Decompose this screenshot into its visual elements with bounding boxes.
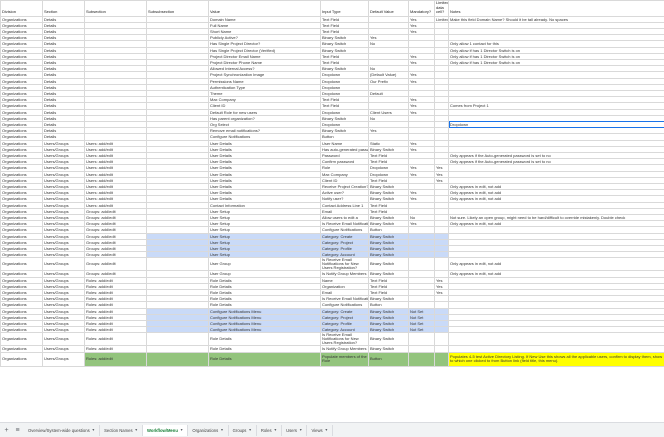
column-header[interactable]: Subsection — [84, 0, 147, 17]
table-cell[interactable]: Is Notify Group Members Individually? — [320, 345, 369, 353]
sheet-tab-label: Users — [286, 427, 297, 433]
table-cell[interactable]: Populate members of the Role — [320, 351, 369, 367]
sheet-tab[interactable]: Groups ▼ — [229, 424, 257, 436]
header-row: Division Section Subsection Subsubsection Va… — [0, 0, 664, 17]
table-cell[interactable] — [434, 257, 449, 272]
column-header[interactable]: Input Type — [320, 0, 369, 17]
chevron-down-icon[interactable]: ▼ — [274, 425, 277, 436]
table-cell[interactable] — [146, 351, 209, 367]
chevron-down-icon[interactable]: ▼ — [248, 425, 251, 436]
column-header[interactable]: Limited data cell? — [434, 0, 449, 17]
table-cell[interactable]: Configure Notifications — [320, 226, 369, 234]
table-cell[interactable]: Role Details — [208, 351, 321, 367]
plus-icon[interactable]: + — [2, 425, 11, 436]
spreadsheet-grid[interactable]: Division Section Subsection Subsubsection Va… — [0, 0, 664, 422]
sheet-tab[interactable]: Roles ▼ — [257, 424, 283, 436]
sheet-body: Organizations Details Domain Name Text Fiel… — [0, 15, 664, 367]
table-cell[interactable]: Is Receive Email Notifications for New U… — [320, 332, 369, 347]
table-cell[interactable]: Roles: add/edit — [84, 351, 147, 367]
table-cell[interactable]: Contact Address Line 1 — [320, 201, 369, 209]
table-cell[interactable]: Limited — [434, 15, 449, 23]
sheet-tabs: Overview/System-wide questions ▼ Section N… — [24, 424, 334, 436]
table-cell[interactable]: Organizations — [0, 332, 43, 347]
table-cell[interactable]: Groups: add/edit — [84, 257, 147, 272]
table-cell[interactable] — [408, 332, 435, 347]
sheet-tab-bar: + ≡ Overview/System-wide questions ▼ Secti… — [0, 422, 664, 437]
table-cell[interactable]: Receive Project Creation? — [320, 182, 369, 191]
sheet-tab-label: Organizations — [192, 427, 219, 433]
table-cell[interactable]: Is Receive Email Notifications for Proje… — [320, 295, 369, 303]
table-cell[interactable]: Only appears in edit, not add — [448, 257, 664, 272]
table-cell[interactable]: Organizations — [0, 351, 43, 367]
menu-icon[interactable]: ≡ — [13, 425, 22, 436]
table-cell[interactable] — [448, 332, 664, 347]
table-row: Organizations Users/Groups Roles: add/edit… — [0, 351, 664, 367]
table-cell[interactable] — [434, 332, 449, 347]
sheet-tab[interactable]: Views ▼ — [307, 424, 334, 436]
table-cell[interactable] — [146, 332, 209, 347]
sheet-tab-label: Views — [311, 427, 323, 433]
column-header[interactable]: Default Value — [368, 0, 409, 17]
sheet-table: Division Section Subsection Subsubsection Va… — [0, 0, 664, 367]
chevron-down-icon[interactable]: ▼ — [92, 425, 95, 436]
sheet-tab[interactable]: Organizations ▼ — [188, 424, 229, 436]
table-cell[interactable] — [434, 351, 449, 367]
table-cell[interactable] — [408, 351, 435, 367]
table-cell[interactable]: Role Details — [208, 332, 321, 347]
sheet-tab[interactable]: Overview/System-wide questions ▼ — [24, 424, 101, 436]
table-cell[interactable]: Is Receive Email Notifications for Proje… — [320, 220, 369, 228]
table-cell[interactable]: Populates 4-5 test Active Directory List… — [448, 351, 664, 367]
column-header[interactable]: Subsubsection — [146, 0, 209, 17]
table-row: Organizations Users/Groups Groups: add/edi… — [0, 213, 664, 222]
column-header[interactable]: Section — [42, 0, 85, 17]
table-cell[interactable] — [146, 257, 209, 272]
table-cell[interactable]: Users/Groups — [42, 257, 85, 272]
sheet-tab-label: Workflow/Menu — [147, 427, 178, 433]
table-row: Organizations Users/Groups Groups: add/edi… — [0, 257, 664, 272]
table-cell[interactable]: Configure Notifications — [320, 301, 369, 309]
chevron-down-icon[interactable]: ▼ — [180, 425, 183, 436]
sheet-tab-label: Roles — [260, 427, 272, 433]
sheet-tab-label: Overview/System-wide questions — [28, 427, 90, 433]
sheet-tab[interactable]: Section Names ▼ — [100, 424, 144, 436]
chevron-down-icon[interactable]: ▼ — [299, 425, 302, 436]
chevron-down-icon[interactable]: ▼ — [325, 425, 328, 436]
sheet-tab[interactable]: Users ▼ — [282, 424, 308, 436]
column-header[interactable]: Mandatory? — [408, 0, 435, 17]
column-header[interactable]: Value — [208, 0, 321, 17]
table-cell[interactable] — [408, 257, 435, 272]
sheet-tab[interactable]: Workflow/Menu ▼ — [143, 424, 189, 436]
column-header[interactable]: Division — [0, 0, 43, 17]
sheet-tab-label: Section Names — [104, 427, 133, 433]
table-cell[interactable]: Binary Switch — [368, 257, 409, 272]
table-cell[interactable]: Button — [368, 351, 409, 367]
chevron-down-icon[interactable]: ▼ — [135, 425, 138, 436]
column-header[interactable]: Notes — [448, 0, 664, 17]
chevron-down-icon[interactable]: ▼ — [220, 425, 223, 436]
table-cell[interactable]: Roles: add/edit — [84, 332, 147, 347]
table-cell[interactable]: Users/Groups — [42, 351, 85, 367]
table-cell[interactable]: Organizations — [0, 257, 43, 272]
table-cell[interactable]: Is Notify Group Members Individually? — [320, 270, 369, 278]
table-cell[interactable]: Is Receive Email Notifications for New U… — [320, 257, 369, 272]
table-cell[interactable]: Users/Groups — [42, 332, 85, 347]
table-cell[interactable]: Binary Switch — [368, 332, 409, 347]
table-row: Organizations Users/Groups Roles: add/edit… — [0, 332, 664, 347]
table-cell[interactable]: User Group — [208, 257, 321, 272]
table-cell[interactable]: Has auto-generated password? — [320, 145, 369, 153]
sheet-tab-label: Groups — [232, 427, 247, 433]
